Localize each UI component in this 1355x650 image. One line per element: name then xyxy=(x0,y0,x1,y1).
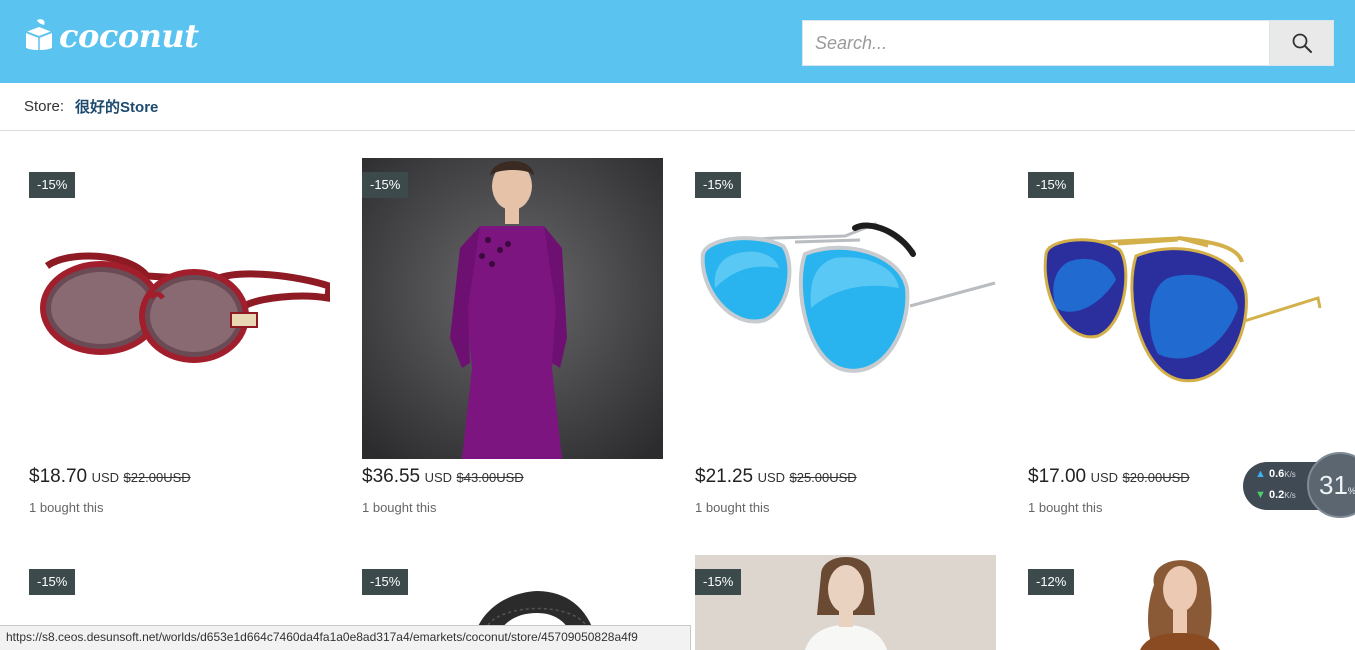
old-price: $22.00USD xyxy=(123,470,191,485)
blue-aviators-image xyxy=(695,158,996,459)
upload-speed: ▲ 0.6K/s xyxy=(1255,468,1296,480)
price-line: $21.25 USD $25.00USD xyxy=(695,466,857,488)
discount-badge: -12% xyxy=(1028,569,1075,595)
old-price: $43.00USD xyxy=(456,470,524,485)
bought-count: 1 bought this xyxy=(695,500,770,515)
bought-count: 1 bought this xyxy=(362,500,437,515)
download-arrow-icon: ▼ xyxy=(1255,489,1266,501)
discount-badge: -15% xyxy=(29,172,76,198)
price: $18.70 xyxy=(29,466,88,487)
price-line: $36.55 USD $43.00USD xyxy=(362,466,524,488)
discount-badge: -15% xyxy=(29,569,76,595)
discount-badge: -15% xyxy=(362,569,409,595)
currency: USD xyxy=(1090,470,1119,485)
bought-count: 1 bought this xyxy=(1028,500,1103,515)
product-image-red-sunglasses[interactable]: -15% xyxy=(29,158,330,459)
currency: USD xyxy=(91,470,120,485)
old-price: $20.00USD xyxy=(1122,470,1190,485)
search-box xyxy=(802,20,1334,66)
product-image-blue-mirror-aviators[interactable]: -15% xyxy=(695,158,996,459)
gold-aviators-image xyxy=(1028,158,1329,459)
site-header: coconut xyxy=(0,0,1355,83)
price: $21.25 xyxy=(695,466,754,487)
coconut-logo[interactable]: coconut xyxy=(24,17,199,55)
product-image-woman-white-blouse[interactable]: -15% xyxy=(695,555,996,650)
discount-badge: -15% xyxy=(695,569,742,595)
currency: USD xyxy=(424,470,453,485)
search-icon xyxy=(1292,33,1312,53)
upload-arrow-icon: ▲ xyxy=(1255,468,1266,480)
logo-text: coconut xyxy=(59,17,199,55)
coconut-icon xyxy=(25,19,53,51)
status-bar-url: https://s8.ceos.desunsoft.net/worlds/d65… xyxy=(0,625,691,650)
search-button[interactable] xyxy=(1269,20,1334,66)
discount-badge: -15% xyxy=(1028,172,1075,198)
old-price: $25.00USD xyxy=(789,470,857,485)
discount-badge: -15% xyxy=(695,172,742,198)
product-image-purple-dress[interactable]: -15% xyxy=(362,158,663,459)
price: $17.00 xyxy=(1028,466,1087,487)
product-image-gold-blue-aviators[interactable]: -15% xyxy=(1028,158,1329,459)
store-label: Store: xyxy=(24,98,65,115)
price: $36.55 xyxy=(362,466,421,487)
store-bar: Store: 很好的Store xyxy=(0,83,1355,131)
product-image-woman-brown-top[interactable]: -12% xyxy=(1028,555,1329,650)
price-line: $17.00 USD $20.00USD xyxy=(1028,466,1190,488)
purple-dress-image xyxy=(362,158,663,459)
discount-badge: -15% xyxy=(362,172,409,198)
price-line: $18.70 USD $22.00USD xyxy=(29,466,191,488)
currency: USD xyxy=(757,470,786,485)
red-sunglasses-image xyxy=(29,158,330,459)
search-input[interactable] xyxy=(802,20,1269,66)
download-speed: ▼ 0.2K/s xyxy=(1255,489,1296,501)
store-name-link[interactable]: 很好的Store xyxy=(75,96,158,117)
bought-count: 1 bought this xyxy=(29,500,104,515)
